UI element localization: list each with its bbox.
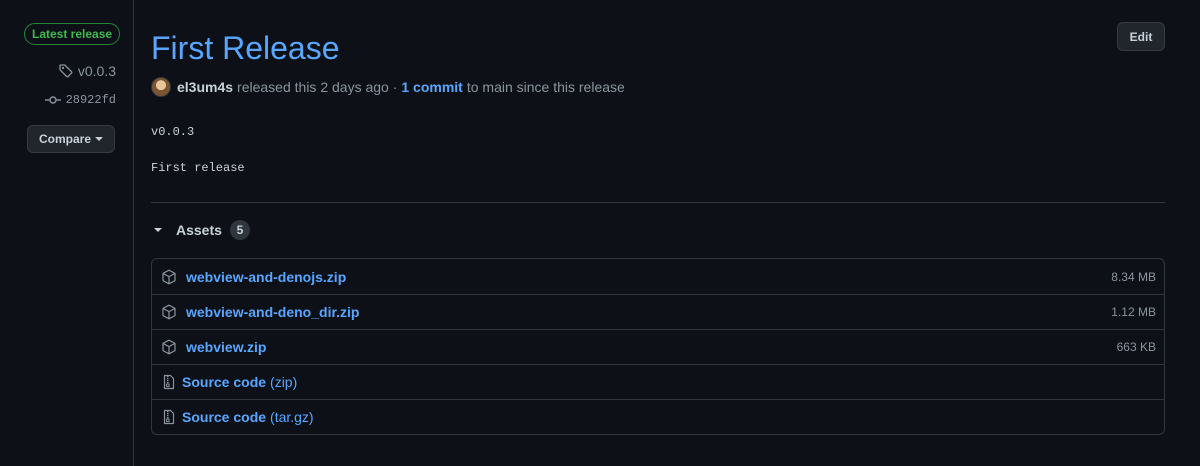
- git-commit-icon: [44, 92, 61, 108]
- package-icon: [161, 269, 177, 285]
- release-title[interactable]: First Release: [151, 28, 340, 68]
- asset-row: webview.zip 663 KB: [152, 329, 1164, 364]
- edit-button[interactable]: Edit: [1117, 22, 1165, 51]
- commit-sha: 28922fd: [65, 93, 116, 107]
- tag-icon: [58, 63, 74, 79]
- asset-row: webview-and-deno_dir.zip 1.12 MB: [152, 294, 1164, 329]
- assets-title: Assets: [176, 222, 222, 238]
- asset-row: Source code (tar.gz): [152, 399, 1164, 434]
- file-zip-icon: [161, 374, 177, 390]
- release-tag-link[interactable]: v0.0.3: [58, 63, 116, 79]
- latest-release-badge: Latest release: [24, 23, 121, 45]
- compare-button-label: Compare: [38, 132, 91, 146]
- release-meta: el3um4s released this 2 days ago · 1 com…: [151, 77, 625, 97]
- asset-row: webview-and-denojs.zip 8.34 MB: [152, 259, 1164, 294]
- avatar[interactable]: [151, 77, 171, 97]
- package-icon: [161, 304, 177, 320]
- assets-list: webview-and-denojs.zip 8.34 MB webview-a…: [151, 258, 1165, 435]
- assets-toggle[interactable]: Assets 5: [154, 220, 250, 240]
- caret-down-icon: [95, 137, 103, 141]
- asset-size: 8.34 MB: [1111, 269, 1156, 284]
- release-commit-link[interactable]: 28922fd: [44, 92, 116, 108]
- assets-count-badge: 5: [229, 220, 250, 240]
- asset-size: 1.12 MB: [1111, 305, 1156, 319]
- asset-link[interactable]: webview-and-denojs.zip: [186, 269, 346, 285]
- package-icon: [161, 339, 177, 355]
- source-code-format: (zip): [270, 374, 298, 390]
- triangle-down-icon: [154, 228, 162, 232]
- compare-button[interactable]: Compare: [27, 125, 115, 153]
- asset-row: Source code (zip): [152, 364, 1164, 399]
- source-code-label: Source code: [182, 409, 267, 425]
- edit-button-label: Edit: [1129, 29, 1153, 44]
- released-text: released this 2 days ago ·: [237, 79, 398, 95]
- source-code-label: Source code: [182, 374, 267, 390]
- release-body-text: First release: [151, 161, 245, 175]
- author-link[interactable]: el3um4s: [177, 79, 233, 95]
- asset-link[interactable]: webview.zip: [186, 339, 266, 355]
- release-body-version: v0.0.3: [151, 125, 195, 139]
- source-code-targz-link[interactable]: Source code (tar.gz): [182, 409, 314, 425]
- section-divider: [151, 202, 1165, 203]
- commits-suffix: to main since this release: [466, 79, 625, 95]
- asset-size: 663 KB: [1116, 340, 1156, 354]
- source-code-format: (tar.gz): [270, 409, 314, 425]
- file-zip-icon: [161, 409, 177, 425]
- release-tag-label: v0.0.3: [77, 63, 116, 79]
- asset-link[interactable]: webview-and-deno_dir.zip: [186, 304, 359, 320]
- release-sidebar: Latest release v0.0.3 28922fd Compare: [0, 0, 134, 466]
- commits-link[interactable]: 1 commit: [401, 79, 462, 95]
- source-code-zip-link[interactable]: Source code (zip): [182, 374, 297, 390]
